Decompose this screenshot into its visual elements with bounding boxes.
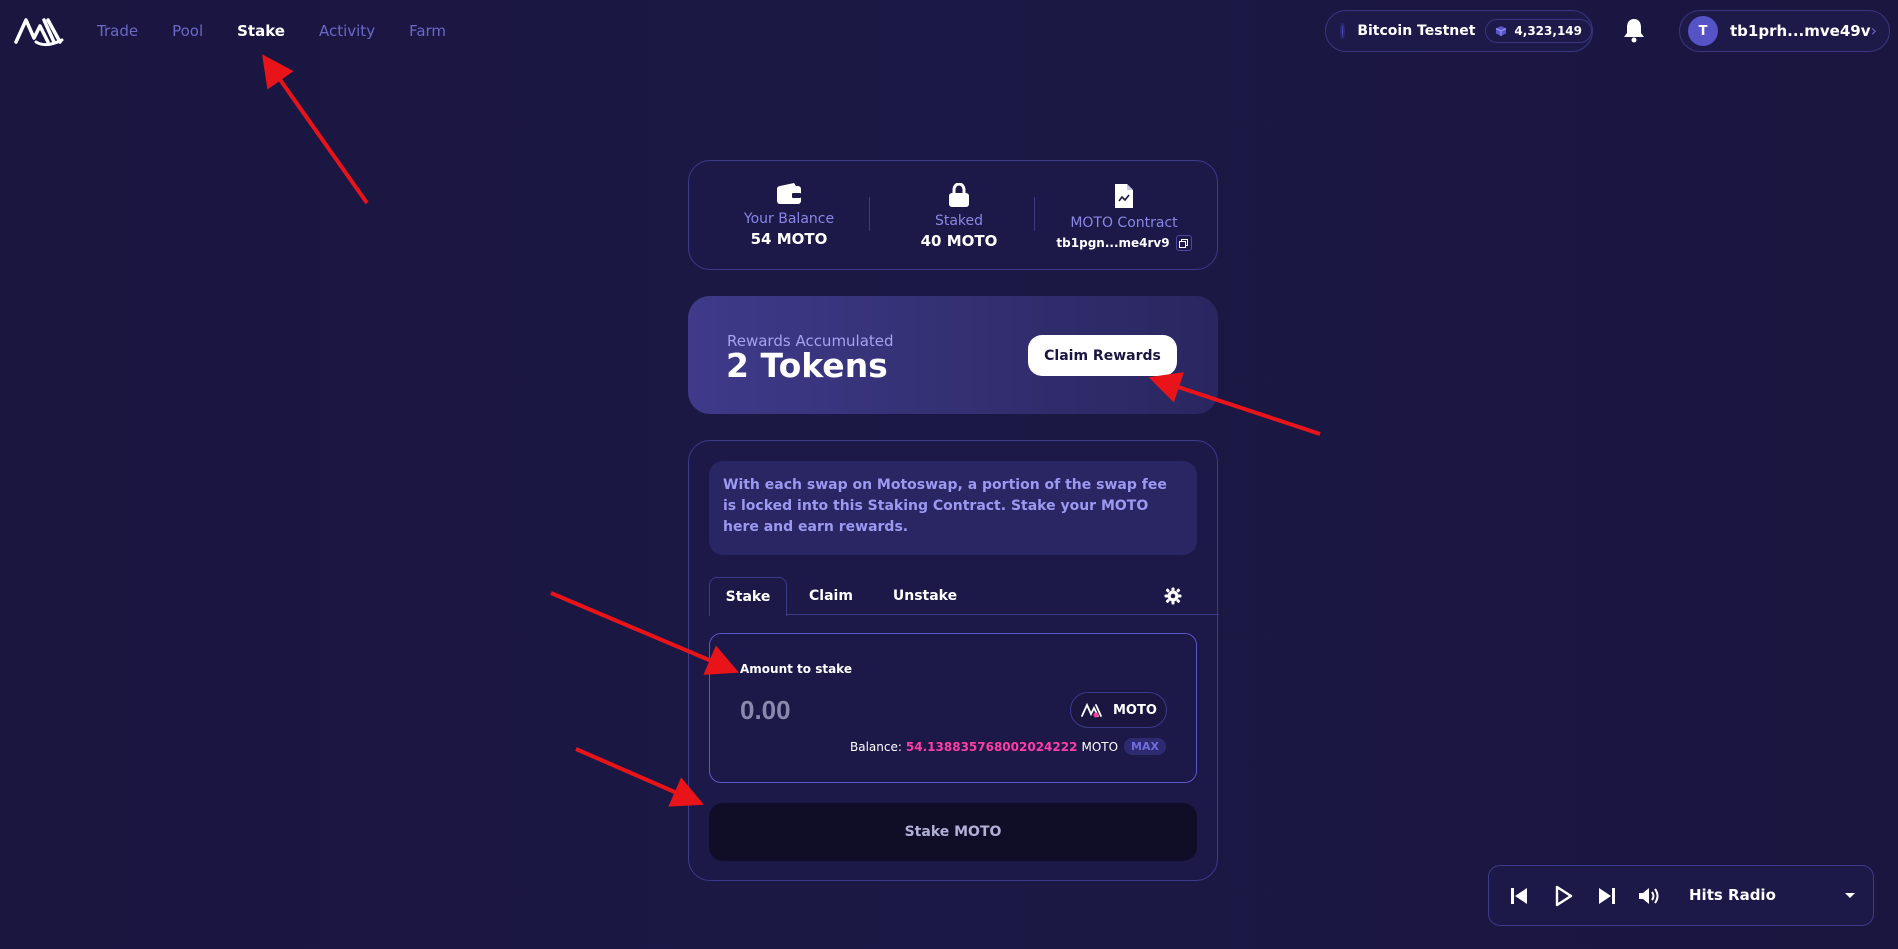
block-height-badge: 4,323,149 bbox=[1485, 19, 1592, 43]
amount-input[interactable] bbox=[740, 692, 1040, 728]
balance-value: 54 MOTO bbox=[750, 230, 828, 248]
contract-address-row: tb1pgn...me4rv9 bbox=[1056, 235, 1192, 251]
tab-claim[interactable]: Claim bbox=[791, 577, 871, 615]
max-button[interactable]: MAX bbox=[1124, 738, 1166, 755]
play-icon[interactable] bbox=[1551, 884, 1575, 908]
moto-token-icon bbox=[1081, 702, 1102, 718]
annotation-arrow bbox=[575, 747, 705, 807]
staked-label: Staked bbox=[934, 213, 984, 229]
nav-trade[interactable]: Trade bbox=[97, 22, 138, 40]
network-name: Bitcoin Testnet bbox=[1357, 23, 1476, 39]
account-address: tb1prh...mve49v bbox=[1730, 22, 1871, 40]
account-button[interactable]: T tb1prh...mve49v › bbox=[1679, 10, 1890, 52]
rewards-value: 2 Tokens bbox=[726, 346, 888, 385]
network-status-icon bbox=[1340, 23, 1346, 39]
lock-icon bbox=[949, 183, 969, 207]
tab-unstake[interactable]: Unstake bbox=[877, 577, 973, 615]
balance-unit: MOTO bbox=[1081, 739, 1119, 754]
nav-farm[interactable]: Farm bbox=[409, 22, 446, 40]
copy-icon[interactable] bbox=[1175, 235, 1192, 251]
chevron-right-icon: › bbox=[1870, 21, 1877, 40]
main-nav: Trade Pool Stake Activity Farm bbox=[97, 22, 480, 40]
contract-label: MOTO Contract bbox=[1070, 215, 1178, 231]
stat-divider bbox=[1034, 197, 1035, 231]
nav-pool[interactable]: Pool bbox=[172, 22, 203, 40]
gear-icon[interactable] bbox=[1164, 587, 1182, 605]
document-icon bbox=[1115, 184, 1133, 208]
avatar: T bbox=[1688, 16, 1718, 46]
staking-info-text: With each swap on Motoswap, a portion of… bbox=[709, 461, 1197, 555]
tab-stake[interactable]: Stake bbox=[709, 577, 787, 616]
staked-value: 40 MOTO bbox=[920, 232, 998, 250]
nav-activity[interactable]: Activity bbox=[319, 22, 375, 40]
claim-rewards-button[interactable]: Claim Rewards bbox=[1028, 335, 1177, 376]
network-selector[interactable]: Bitcoin Testnet 4,323,149 bbox=[1325, 10, 1593, 52]
station-name: Hits Radio bbox=[1689, 886, 1776, 904]
stat-balance: Your Balance 54 MOTO bbox=[729, 183, 849, 248]
stat-staked: Staked 40 MOTO bbox=[899, 183, 1019, 250]
balance-row: Balance: 54.138835768002024222 MOTO MAX bbox=[850, 738, 1166, 755]
caret-down-icon[interactable] bbox=[1843, 888, 1857, 902]
radio-player: Hits Radio bbox=[1488, 865, 1874, 926]
annotation-arrow bbox=[262, 54, 369, 205]
token-selector[interactable]: MOTO bbox=[1070, 692, 1167, 728]
next-track-icon[interactable] bbox=[1595, 884, 1619, 908]
amount-panel: Amount to stake MOTO Balance: 54.1388357… bbox=[709, 633, 1197, 783]
rewards-card: Rewards Accumulated 2 Tokens Claim Rewar… bbox=[688, 296, 1218, 414]
cube-icon bbox=[1496, 26, 1507, 36]
volume-icon[interactable] bbox=[1637, 884, 1661, 908]
stake-tabs: Stake Claim Unstake bbox=[709, 577, 1219, 616]
stat-contract: MOTO Contract tb1pgn...me4rv9 bbox=[1049, 183, 1199, 251]
nav-stake[interactable]: Stake bbox=[237, 22, 285, 40]
token-name: MOTO bbox=[1113, 702, 1157, 718]
balance-label: Your Balance bbox=[743, 211, 835, 227]
stat-divider bbox=[869, 197, 870, 231]
motoswap-logo[interactable] bbox=[14, 12, 66, 48]
balance-label: Balance: bbox=[850, 739, 902, 754]
balance-amount: 54.138835768002024222 bbox=[905, 739, 1078, 754]
contract-address: tb1pgn...me4rv9 bbox=[1056, 236, 1170, 250]
stake-submit-button[interactable]: Stake MOTO bbox=[709, 803, 1197, 861]
bell-icon[interactable] bbox=[1622, 17, 1646, 43]
staking-stats-card: Your Balance 54 MOTO Staked 40 MOTO MOTO… bbox=[688, 160, 1218, 270]
previous-track-icon[interactable] bbox=[1507, 884, 1531, 908]
stake-form-card: With each swap on Motoswap, a portion of… bbox=[688, 440, 1219, 881]
wallet-icon bbox=[777, 183, 801, 204]
amount-label: Amount to stake bbox=[740, 662, 852, 676]
top-navigation-bar: Trade Pool Stake Activity Farm Bitcoin T… bbox=[0, 0, 1898, 64]
block-number: 4,323,149 bbox=[1514, 24, 1582, 38]
